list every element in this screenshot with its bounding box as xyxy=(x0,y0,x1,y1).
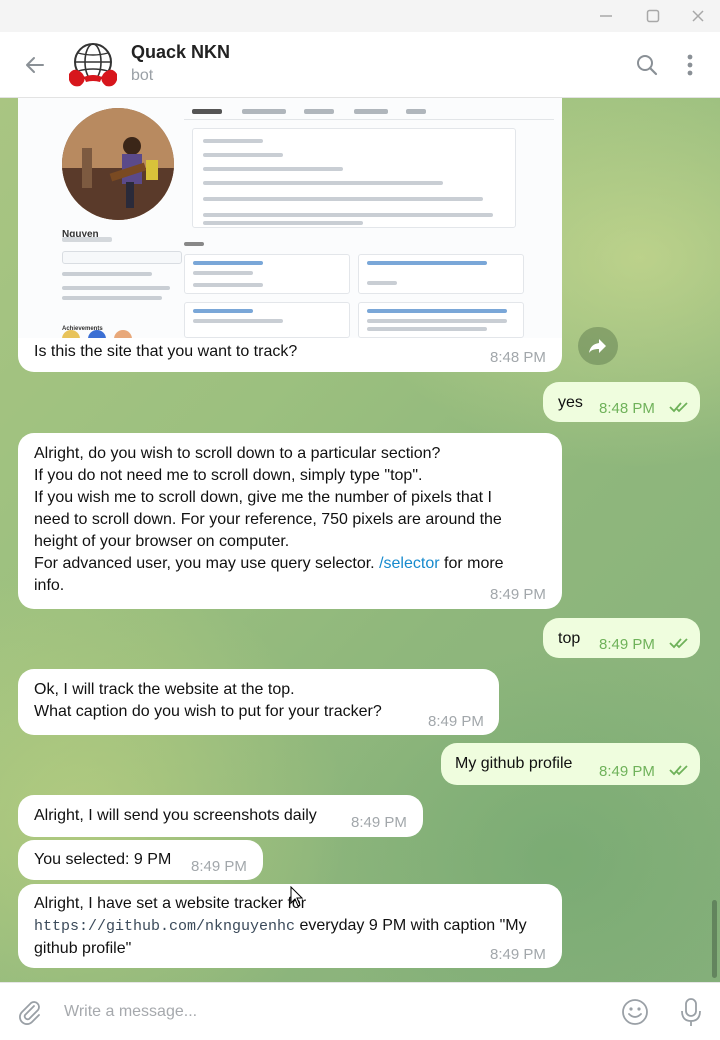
forward-icon[interactable] xyxy=(578,327,618,365)
emoji-icon[interactable] xyxy=(619,996,651,1028)
message-input[interactable] xyxy=(64,997,594,1027)
message-text: Alright, do you wish to scroll down to a… xyxy=(34,443,554,597)
microphone-icon[interactable] xyxy=(676,996,706,1028)
profile-tab xyxy=(354,109,388,114)
repo-line xyxy=(193,283,263,287)
message-text: Is this the site that you want to track? xyxy=(34,343,298,360)
message-time: 8:49 PM xyxy=(428,713,484,730)
readme-line xyxy=(203,197,483,201)
pinned-repo-card xyxy=(184,302,350,338)
profile-name: Nguyen xyxy=(62,229,99,240)
achievement-badge xyxy=(114,330,132,338)
readme-line xyxy=(203,213,493,217)
profile-tab xyxy=(242,109,286,114)
paperclip-icon[interactable] xyxy=(14,996,46,1028)
message-incoming[interactable]: Nguyen Achievements Is this the site tha… xyxy=(18,98,562,372)
message-composer xyxy=(0,982,720,1040)
message-incoming[interactable]: Alright, I will send you screenshots dai… xyxy=(18,795,423,837)
profile-stat-line xyxy=(62,272,152,276)
message-text: You selected: 9 PM xyxy=(34,851,172,868)
repo-line xyxy=(193,309,253,313)
chat-scrollbar-thumb[interactable] xyxy=(712,900,717,978)
profile-tab-bar xyxy=(184,106,554,120)
message-time: 8:49 PM xyxy=(191,858,247,875)
message-incoming[interactable]: Alright, do you wish to scroll down to a… xyxy=(18,433,562,609)
message-time: 8:49 PM xyxy=(599,636,655,653)
message-time: 8:48 PM xyxy=(599,400,655,417)
repo-line xyxy=(367,309,507,313)
profile-photo xyxy=(62,108,174,220)
chat-subtitle: bot xyxy=(131,67,154,84)
readme-line xyxy=(203,153,283,157)
message-text: Alright, I will send you screenshots dai… xyxy=(34,807,317,824)
repo-line xyxy=(193,319,283,323)
message-text-part: Alright, do you wish to scroll down to a… xyxy=(34,445,502,572)
message-time: 8:48 PM xyxy=(490,349,546,366)
profile-link-line xyxy=(62,296,162,300)
minimize-icon[interactable] xyxy=(595,6,617,26)
repo-line xyxy=(367,319,507,323)
readme-line xyxy=(203,181,443,185)
pinned-repo-card xyxy=(358,254,524,294)
message-incoming[interactable]: Ok, I will track the website at the top.… xyxy=(18,669,499,735)
message-outgoing[interactable]: yes 8:48 PM xyxy=(543,382,700,422)
pinned-repo-card xyxy=(358,302,524,338)
selector-command-link[interactable]: /selector xyxy=(379,555,439,572)
message-time: 8:49 PM xyxy=(490,946,546,963)
profile-link-line xyxy=(62,286,170,290)
close-icon[interactable] xyxy=(687,6,709,26)
search-icon[interactable] xyxy=(632,50,662,80)
read-checkmarks-icon xyxy=(669,638,688,649)
back-arrow-icon[interactable] xyxy=(20,50,50,80)
repo-line xyxy=(193,261,263,265)
chat-scrollbar[interactable] xyxy=(710,98,720,982)
readme-line xyxy=(203,221,363,225)
message-incoming[interactable]: You selected: 9 PM 8:49 PM xyxy=(18,840,263,880)
message-time: 8:49 PM xyxy=(490,586,546,603)
maximize-icon[interactable] xyxy=(642,6,664,26)
readme-line xyxy=(203,139,263,143)
profile-follow-button xyxy=(62,251,182,264)
read-checkmarks-icon xyxy=(669,402,688,413)
read-checkmarks-icon xyxy=(669,765,688,776)
message-time: 8:49 PM xyxy=(351,814,407,831)
chat-title[interactable]: Quack NKN xyxy=(131,42,230,63)
profile-tab xyxy=(406,109,426,114)
bot-avatar[interactable] xyxy=(66,40,120,94)
profile-tab xyxy=(304,109,334,114)
mouse-cursor-icon xyxy=(290,886,304,907)
repo-line xyxy=(367,281,397,285)
website-screenshot-image[interactable]: Nguyen Achievements xyxy=(18,98,562,338)
window-titlebar xyxy=(0,0,720,32)
more-vertical-icon[interactable] xyxy=(678,50,702,80)
repo-line xyxy=(193,271,253,275)
pinned-label xyxy=(184,242,204,246)
message-text: top xyxy=(558,630,581,647)
pinned-repo-card xyxy=(184,254,350,294)
repo-line xyxy=(367,327,487,331)
message-list[interactable]: Nguyen Achievements Is this the site tha… xyxy=(0,98,720,982)
message-text: yes xyxy=(558,394,583,411)
message-text: Ok, I will track the website at the top.… xyxy=(34,681,382,720)
message-text: My github profile xyxy=(455,755,573,772)
repo-line xyxy=(367,261,487,265)
message-text-part: Alright, I have set a website tracker fo… xyxy=(34,895,306,912)
profile-tab xyxy=(192,109,222,114)
chat-header: Quack NKN bot xyxy=(0,32,720,98)
message-outgoing[interactable]: My github profile 8:49 PM xyxy=(441,743,700,785)
readme-line xyxy=(203,167,343,171)
profile-handle xyxy=(62,237,112,242)
tracked-url-code[interactable]: https://github.com/nknguyenhc xyxy=(34,918,295,935)
achievement-badge xyxy=(88,330,106,338)
profile-readme-card xyxy=(192,128,516,228)
message-outgoing[interactable]: top 8:49 PM xyxy=(543,618,700,658)
message-time: 8:49 PM xyxy=(599,763,655,780)
